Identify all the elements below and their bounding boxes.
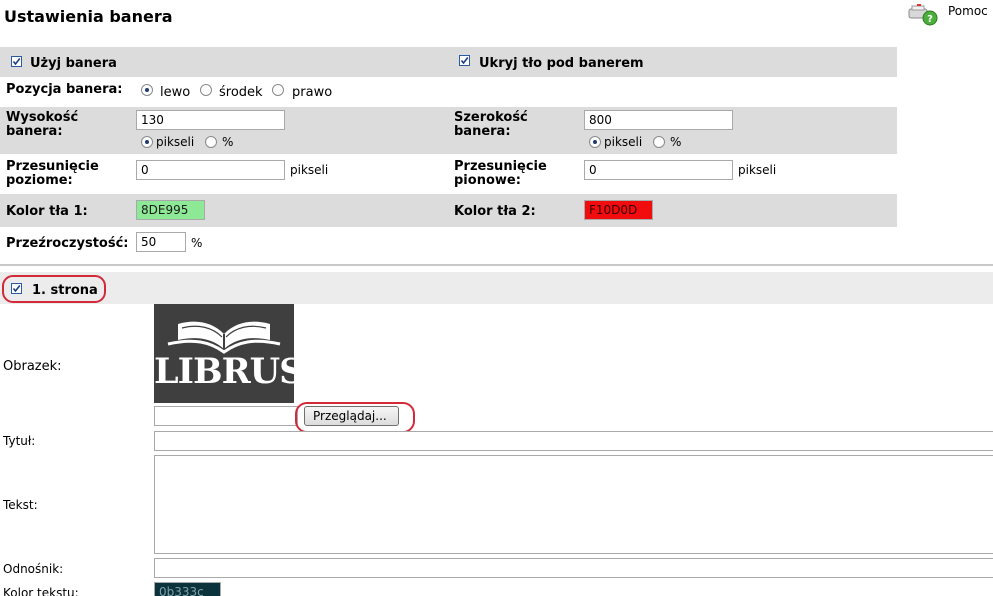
voffset-label-line2: pionowe: bbox=[454, 173, 521, 188]
voffset-label-line1: Przesunięcie bbox=[454, 159, 547, 174]
banner-toggles-row: Użyj banera Ukryj tło pod banerem bbox=[0, 47, 897, 77]
bg2-color-input[interactable]: F10D0D bbox=[584, 200, 653, 220]
height-percent-radio[interactable] bbox=[205, 136, 217, 148]
help-link[interactable]: ? Pomoc bbox=[906, 3, 992, 27]
banner-image: LIBRUS bbox=[154, 304, 304, 403]
hoffset-label-line2: poziome: bbox=[6, 173, 73, 188]
opacity-row: Przeźroczystość: 50 % bbox=[0, 227, 897, 259]
help-label: Pomoc bbox=[948, 4, 988, 18]
position-center-radio[interactable] bbox=[200, 84, 212, 96]
position-left-label: lewo bbox=[160, 85, 191, 100]
height-pixels-label: pikseli bbox=[156, 135, 195, 149]
position-label: Pozycja banera: bbox=[6, 82, 123, 97]
width-pixels-radio[interactable] bbox=[589, 136, 601, 148]
link-label: Odnośnik: bbox=[3, 562, 64, 576]
text-color-label: Kolor tekstu: bbox=[3, 586, 79, 596]
bg2-label: Kolor tła 2: bbox=[454, 204, 536, 219]
page-title: Ustawienia banera bbox=[4, 7, 173, 26]
width-label-line2: banera: bbox=[454, 124, 511, 139]
position-row: Pozycja banera: lewo środek prawo bbox=[0, 77, 897, 107]
hoffset-unit: pikseli bbox=[290, 163, 329, 177]
position-right-radio[interactable] bbox=[272, 84, 284, 96]
width-label-line1: Szerokość bbox=[454, 110, 528, 125]
voffset-input[interactable]: 0 bbox=[584, 160, 733, 180]
hoffset-label-line1: Przesunięcie bbox=[6, 159, 99, 174]
height-input[interactable]: 130 bbox=[136, 110, 285, 130]
use-banner-label: Użyj banera bbox=[30, 56, 117, 71]
bg-colors-row: Kolor tła 1: 8DE995 Kolor tła 2: F10D0D bbox=[0, 194, 897, 227]
page1-checkbox[interactable] bbox=[11, 283, 22, 294]
title-input[interactable] bbox=[154, 431, 993, 451]
title-label: Tytuł: bbox=[3, 434, 36, 448]
image-label: Obrazek: bbox=[3, 359, 62, 374]
svg-text:?: ? bbox=[927, 14, 933, 25]
height-label-line2: banera: bbox=[6, 124, 63, 139]
opacity-input[interactable]: 50 bbox=[136, 232, 186, 252]
hoffset-input[interactable]: 0 bbox=[136, 160, 285, 180]
position-center-label: środek bbox=[219, 85, 263, 100]
bg1-label: Kolor tła 1: bbox=[6, 204, 88, 219]
bg1-color-input[interactable]: 8DE995 bbox=[136, 200, 205, 220]
height-pixels-radio[interactable] bbox=[141, 136, 153, 148]
position-right-label: prawo bbox=[292, 85, 333, 100]
width-input[interactable]: 800 bbox=[584, 110, 733, 130]
height-label-line1: Wysokość bbox=[6, 110, 79, 125]
opacity-unit: % bbox=[191, 236, 203, 250]
browse-button[interactable]: Przeglądaj... bbox=[304, 406, 399, 426]
text-color-input[interactable]: 0b333c bbox=[154, 582, 221, 596]
page1-section-header bbox=[0, 272, 993, 304]
link-input[interactable] bbox=[154, 558, 993, 578]
logo-wordmark: LIBRUS bbox=[154, 351, 304, 392]
page1-section-label: 1. strona bbox=[32, 283, 98, 298]
offsets-row: Przesunięcie poziome: 0 pikseli Przesuni… bbox=[0, 154, 897, 194]
help-icon: ? bbox=[908, 4, 938, 26]
use-banner-checkbox[interactable] bbox=[11, 56, 22, 67]
dimensions-row: Wysokość banera: 130 pikseli % Szerokość… bbox=[0, 107, 897, 154]
banner-settings-page: Ustawienia banera ? Pomoc Użyj banera Uk… bbox=[0, 0, 993, 596]
hide-bg-checkbox[interactable] bbox=[459, 55, 470, 66]
width-pixels-label: pikseli bbox=[604, 135, 643, 149]
position-left-radio[interactable] bbox=[141, 84, 153, 96]
text-textarea[interactable] bbox=[154, 455, 993, 554]
width-percent-radio[interactable] bbox=[653, 136, 665, 148]
height-percent-label: % bbox=[222, 135, 234, 149]
width-percent-label: % bbox=[670, 135, 682, 149]
hide-bg-label: Ukryj tło pod banerem bbox=[479, 56, 644, 71]
voffset-unit: pikseli bbox=[738, 163, 777, 177]
file-path-input[interactable] bbox=[154, 406, 298, 426]
text-label: Tekst: bbox=[3, 498, 38, 512]
opacity-label: Przeźroczystość: bbox=[6, 236, 129, 251]
section-divider bbox=[0, 264, 993, 266]
